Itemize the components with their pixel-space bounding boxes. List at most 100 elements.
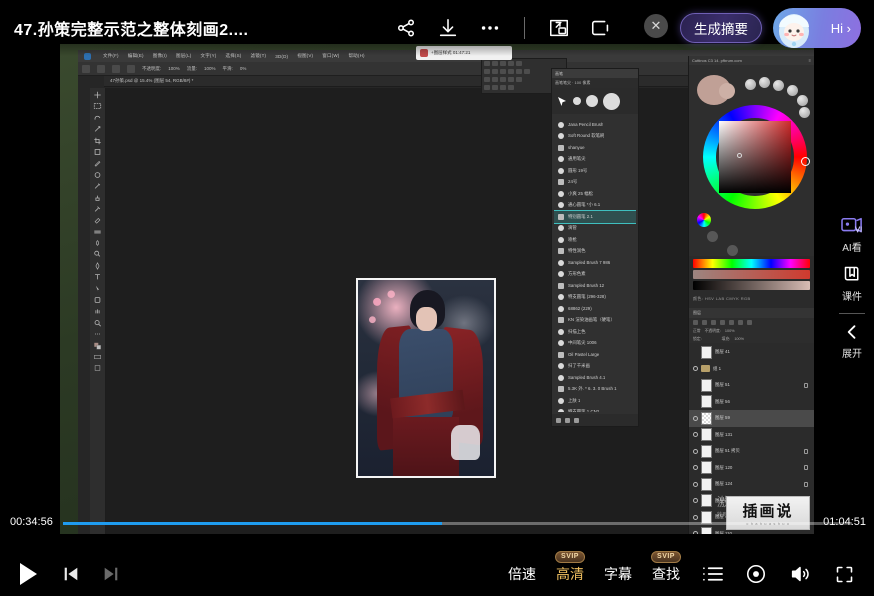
brush-size-dot-small[interactable] [573,97,581,105]
layer-visibility-icon[interactable] [693,465,698,470]
ps-menu-item[interactable]: 编辑(E) [128,53,144,59]
layer-row[interactable]: 图层 56 [689,394,814,411]
ps-menu-item[interactable]: 滤镜(T) [251,53,267,59]
swatch[interactable] [745,79,756,90]
swatch[interactable] [773,80,784,91]
opacity-value[interactable]: 100% [168,66,180,71]
brush-preset-item[interactable]: 特支圆笔 1 CN2 [554,407,636,413]
ps-menu-item[interactable]: 视图(V) [297,53,313,59]
layer-row[interactable]: 图层 59 [689,410,814,427]
brush-preset-item[interactable]: 通心圆笔 *小 6.1 [554,200,636,212]
brush-preset-item[interactable]: Sampled Brush 7 986 [554,257,636,269]
zoom-tool-icon[interactable] [93,319,102,327]
filter-effect-icon[interactable] [711,320,716,325]
blur-tool-icon[interactable] [93,239,102,247]
flow-value[interactable]: 100% [204,66,216,71]
brush-preset-item[interactable]: 通用笔尖 [554,154,636,166]
swatch[interactable] [799,107,810,118]
generate-summary-button[interactable]: 生成摘要 [680,13,762,43]
search-button[interactable]: SVIP 查找 [652,564,680,584]
ps-tool-palette[interactable] [90,88,106,534]
filter-type-icon[interactable] [693,320,698,325]
brush-preset-item[interactable]: 68862 (229) [554,303,636,315]
picture-in-picture-icon[interactable] [545,14,573,42]
progress-bar[interactable] [63,522,852,525]
speed-button[interactable]: 倍速 [508,564,536,584]
pen-tool-icon[interactable] [93,262,102,270]
more-tools-icon[interactable] [93,330,102,338]
saturation-slider[interactable]: 2A [693,270,810,279]
layer-row[interactable]: 图层 131 [689,427,814,444]
layer-row[interactable]: 图层 124 [689,476,814,493]
quality-button[interactable]: SVIP 高清 [556,564,584,584]
ps-menu-item[interactable]: 文件(F) [103,53,119,59]
layer-visibility-icon[interactable] [693,432,698,437]
brush-preset-item[interactable]: shanyue [554,142,636,154]
brush-preset-item[interactable]: 圆形 19号 [554,165,636,177]
color-panel-menu-icon[interactable]: ≡ [809,58,811,63]
shape-tool-icon[interactable] [93,296,102,304]
mode-icon[interactable] [127,65,135,73]
crop-tool-icon[interactable] [93,137,102,145]
ps-menu-item[interactable]: 图像(I) [153,53,167,59]
brush-tool-icon[interactable] [97,65,105,73]
next-episode-button[interactable] [100,563,122,585]
brush-preset-item[interactable]: 5.3K 外. * 6. 3. 0 Brush 1 [554,384,636,396]
layer-opacity-value[interactable]: 100% [725,329,735,333]
gradient-tool-icon[interactable] [93,228,102,236]
brush-size-dot-medium[interactable] [586,95,598,107]
hue-slider[interactable]: H [693,259,810,268]
saturation-value-square[interactable] [719,121,791,193]
brush-preset-item[interactable]: 特支圆笔 (296-328) [554,292,636,304]
brush-preset-item[interactable]: Sampled Brush 12 [554,280,636,292]
ps-menu-item[interactable]: 选择(S) [226,53,242,59]
layers-fill-row[interactable]: 锁定: 填充: 100% [689,335,814,343]
frame-tool-icon[interactable] [93,148,102,156]
filter-attribute-icon[interactable] [729,320,734,325]
screen-mode-icon[interactable] [93,364,102,372]
color-mode-wheel-icon[interactable] [697,213,711,227]
brush-preset-item[interactable]: 方形色素 [554,269,636,281]
smoothing-value[interactable]: 0% [240,66,247,71]
close-icon[interactable]: ✕ [644,14,668,38]
eyedropper-tool-icon[interactable] [93,159,102,167]
hand-tool-icon[interactable] [93,307,102,315]
brush-preset-item[interactable]: Jana Pencil Brush [554,119,636,131]
sidebar-item-ai-watch[interactable]: AI看 [830,210,874,258]
color-picker-panel[interactable] [689,65,814,265]
layer-fill-value[interactable]: 100% [734,337,744,341]
blend-mode-value[interactable]: 正常 [693,329,701,334]
brush-preset-item[interactable]: 中间笔尖 1006 [554,338,636,350]
color-history-button[interactable] [707,231,718,242]
color-reset-button[interactable] [727,245,738,256]
layer-row[interactable]: 图层 41 [689,344,814,361]
marquee-tool-icon[interactable] [93,102,102,110]
brush-preset-item[interactable]: Oil Pastel Large [554,349,636,361]
quick-mask-icon[interactable] [93,353,102,361]
dodge-tool-icon[interactable] [93,250,102,258]
play-button[interactable] [14,560,42,588]
layer-row[interactable]: 图层 120 [689,460,814,477]
fullscreen-button[interactable] [832,562,856,586]
layer-visibility-icon[interactable] [693,416,698,421]
layer-row[interactable]: 图层 51 [689,377,814,394]
share-icon[interactable] [392,14,420,42]
layer-visibility-icon[interactable] [693,449,698,454]
ps-menu-item[interactable]: 文字(Y) [201,53,217,59]
cast-icon[interactable] [587,14,615,42]
saturation-value-handle[interactable] [737,153,742,158]
playlist-button[interactable] [700,562,724,586]
ps-menu-item[interactable]: 图层(L) [176,53,192,59]
brush-preset-item[interactable]: 上肤 1 [554,395,636,407]
history-brush-tool-icon[interactable] [93,205,102,213]
previous-color-blob[interactable] [719,83,735,99]
quick-select-tool-icon[interactable] [93,125,102,133]
layer-visibility-icon[interactable] [693,498,698,503]
brush-size-dot-large[interactable] [603,93,620,110]
ps-menu-item[interactable]: 窗口(W) [322,53,339,59]
filter-color-icon[interactable] [738,320,743,325]
color-wheel-handle[interactable] [801,157,810,166]
brush-preset-item[interactable]: 喷枪 [554,234,636,246]
layer-row[interactable]: 图层 51 拷贝 [689,443,814,460]
brush-preset-item[interactable]: Sampled Brush 4.1 [554,372,636,384]
